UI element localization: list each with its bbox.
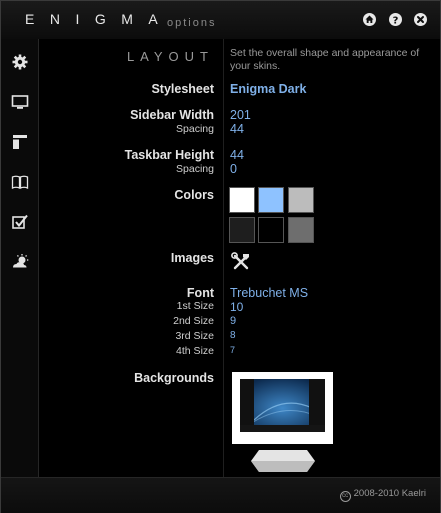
size2-label: 2nd Size [173, 315, 214, 327]
preview-pedestal [251, 450, 315, 472]
options-window: ENIGMA options ? LAYOUT Set the overall … [0, 0, 441, 513]
size1-label: 1st Size [176, 300, 214, 312]
copyright-icon: cc [339, 491, 351, 502]
background-preview[interactable] [232, 372, 333, 444]
taskbar-height-label: Taskbar Height [124, 148, 214, 162]
tools-icon[interactable] [231, 252, 251, 272]
app-title: ENIGMA [25, 11, 174, 27]
layout-icon[interactable] [11, 133, 29, 151]
font-label: Font [186, 286, 214, 300]
svg-text:?: ? [393, 16, 399, 27]
size3-value[interactable]: 8 [230, 330, 236, 341]
size4-value[interactable]: 7 [230, 345, 235, 355]
close-button[interactable] [414, 13, 427, 26]
weather-icon[interactable] [11, 253, 29, 271]
gear-icon[interactable] [11, 53, 29, 71]
close-icon [417, 16, 424, 23]
size2-value[interactable]: 9 [230, 315, 236, 327]
copyright-label: 2008-2010 Kaelri [353, 488, 426, 499]
colors-label: Colors [174, 188, 214, 202]
color-swatch[interactable] [229, 217, 255, 243]
color-swatch[interactable] [229, 187, 255, 213]
app-subtitle: options [167, 17, 217, 29]
book-icon[interactable] [11, 173, 29, 191]
sidebar [1, 39, 39, 477]
color-swatch[interactable] [288, 217, 314, 243]
help-icon: ? [393, 16, 399, 27]
size3-label: 3rd Size [175, 330, 214, 342]
section-heading: LAYOUT [126, 49, 214, 64]
monitor-icon[interactable] [11, 93, 29, 111]
footer: cc 2008-2010 Kaelri [1, 477, 440, 513]
color-swatch[interactable] [288, 187, 314, 213]
column-divider [223, 39, 224, 477]
sidebar-width-value[interactable]: 201 [230, 108, 251, 122]
home-button[interactable] [363, 13, 376, 26]
sidebar-width-label: Sidebar Width [130, 108, 214, 122]
size1-value[interactable]: 10 [230, 300, 243, 314]
background-thumbnail [240, 379, 325, 432]
checkbox-icon[interactable] [11, 213, 29, 231]
images-label: Images [170, 251, 214, 265]
stylesheet-label: Stylesheet [151, 82, 214, 96]
size4-label: 4th Size [176, 345, 214, 357]
taskbar-spacing-value[interactable]: 0 [230, 162, 237, 176]
taskbar-height-value[interactable]: 44 [230, 148, 244, 162]
copyright-text: cc 2008-2010 Kaelri [339, 488, 426, 502]
section-description: Set the overall shape and appearance of … [230, 47, 420, 72]
stylesheet-value[interactable]: Enigma Dark [230, 82, 306, 96]
home-icon [365, 15, 374, 23]
help-button[interactable]: ? [389, 13, 402, 26]
color-swatch[interactable] [258, 217, 284, 243]
backgrounds-label: Backgrounds [134, 371, 214, 385]
sidebar-spacing-label: Spacing [176, 123, 214, 135]
taskbar-spacing-label: Spacing [176, 163, 214, 175]
font-value[interactable]: Trebuchet MS [230, 286, 308, 300]
sidebar-spacing-value[interactable]: 44 [230, 122, 244, 136]
titlebar: ENIGMA options ? [1, 1, 440, 39]
color-swatch[interactable] [258, 187, 284, 213]
